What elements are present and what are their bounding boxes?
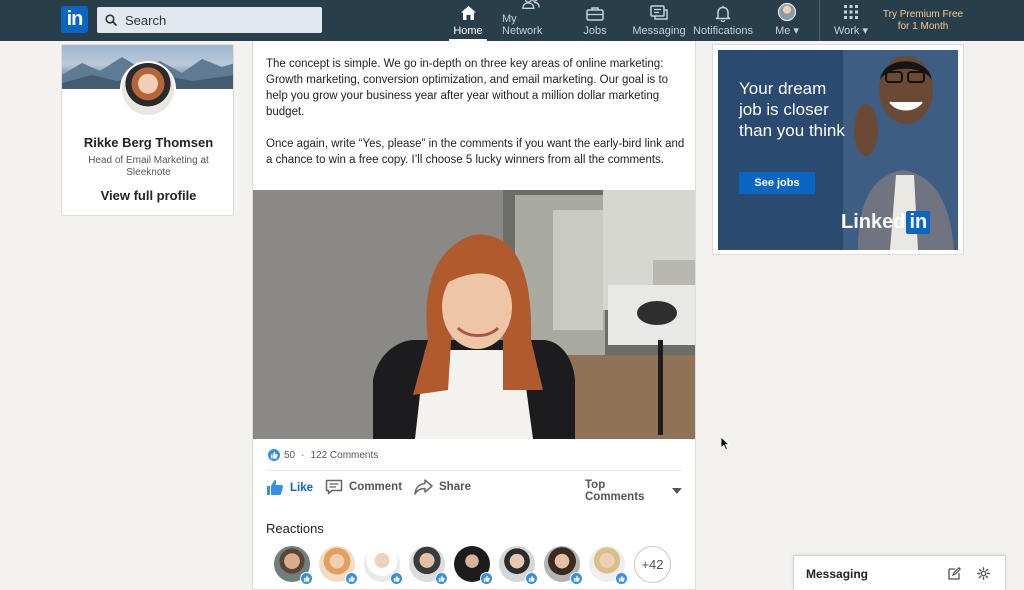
view-profile-link[interactable]: View full profile — [62, 188, 233, 203]
reactor-avatar[interactable] — [499, 546, 538, 585]
ad-logo-text: Linked — [841, 211, 906, 233]
nav-my-network[interactable]: My Network — [502, 0, 560, 41]
nav-me-label: Me ▾ — [775, 25, 799, 37]
nav-work[interactable]: Work ▾ — [830, 0, 872, 41]
chat-icon — [650, 4, 668, 22]
nav-jobs[interactable]: Jobs — [581, 0, 609, 41]
nav-work-label: Work ▾ — [833, 25, 869, 37]
ad-card: Your dream job is closer than you think … — [712, 44, 964, 255]
like-reaction-icon — [300, 572, 313, 585]
reactor-avatar[interactable] — [544, 546, 583, 585]
profile-headline: Head of Email Marketing at Sleeknote — [88, 155, 209, 178]
premium-line-2: for 1 Month — [897, 21, 949, 32]
comments-count[interactable]: 122 Comments — [310, 450, 378, 461]
chevron-down-icon: ▾ — [793, 25, 799, 37]
ad-banner[interactable]: Your dream job is closer than you think … — [718, 50, 958, 250]
reactor-avatar[interactable] — [589, 546, 628, 585]
reactor-avatar[interactable] — [319, 546, 358, 585]
feed-post: The concept is simple. We go in-depth on… — [252, 41, 696, 590]
reactor-avatar[interactable] — [364, 546, 403, 585]
comment-button[interactable]: Comment — [325, 479, 402, 495]
like-reaction-icon — [525, 572, 538, 585]
profile-card: Rikke Berg Thomsen Head of Email Marketi… — [61, 44, 234, 216]
reactor-avatar[interactable] — [274, 546, 313, 585]
messaging-label: Messaging — [806, 567, 869, 581]
like-reaction-icon — [570, 572, 583, 585]
post-paragraph-2: Once again, write “Yes, please” in the c… — [266, 138, 685, 166]
thumbs-up-icon — [267, 480, 283, 495]
post-paragraph-1: The concept is simple. We go in-depth on… — [266, 58, 669, 118]
gear-icon[interactable] — [977, 567, 990, 580]
search-icon — [105, 14, 117, 26]
share-icon — [414, 479, 433, 495]
messaging-bar[interactable]: Messaging — [793, 555, 1006, 590]
premium-line-1: Try Premium Free — [882, 9, 964, 20]
post-divider — [266, 470, 682, 471]
post-video[interactable] — [253, 190, 695, 439]
comment-button-label: Comment — [349, 481, 403, 493]
likes-count[interactable]: 50 — [284, 450, 295, 461]
bell-icon — [714, 4, 732, 22]
mouse-cursor-icon — [720, 436, 730, 450]
network-icon — [522, 0, 540, 10]
sort-comments-dropdown[interactable]: Top Comments — [585, 479, 682, 503]
profile-name[interactable]: Rikke Berg Thomsen — [62, 135, 233, 150]
post-counts: 50 · 122 Comments — [268, 449, 378, 461]
share-button[interactable]: Share — [414, 479, 471, 495]
like-reaction-icon — [480, 572, 493, 585]
reactor-avatar[interactable] — [454, 546, 493, 585]
more-reactors-button[interactable]: +42 — [634, 546, 671, 583]
nav-jobs-label: Jobs — [583, 25, 607, 37]
briefcase-icon — [586, 4, 604, 22]
reactors-list: +42 — [274, 546, 671, 585]
sort-label: Top Comments — [585, 479, 645, 503]
home-icon — [459, 4, 477, 22]
top-nav: in Home My Network Jobs Messaging Notifi… — [0, 0, 1024, 41]
caret-down-icon — [672, 488, 682, 494]
compose-icon[interactable] — [948, 567, 961, 580]
nav-home-label: Home — [453, 25, 483, 37]
ad-logo-in: in — [906, 211, 931, 234]
like-button[interactable]: Like — [266, 479, 313, 496]
share-button-label: Share — [439, 481, 471, 493]
nav-notifications-label: Notifications — [693, 25, 753, 37]
nav-divider — [819, 0, 820, 41]
nav-messaging-label: Messaging — [632, 25, 686, 37]
reactor-avatar[interactable] — [409, 546, 448, 585]
premium-link[interactable]: Try Premium Free for 1 Month — [879, 9, 967, 33]
nav-notifications[interactable]: Notifications — [693, 0, 753, 41]
nav-me[interactable]: Me ▾ — [772, 0, 802, 41]
like-reaction-icon — [615, 572, 628, 585]
profile-avatar[interactable] — [120, 61, 176, 117]
linkedin-ad-logo: Linked in — [841, 211, 931, 234]
search-box[interactable] — [97, 7, 322, 33]
nav-my-network-label: My Network — [502, 13, 543, 37]
see-jobs-button[interactable]: See jobs — [739, 172, 815, 194]
post-text: The concept is simple. We go in-depth on… — [266, 56, 686, 184]
like-button-label: Like — [290, 481, 314, 494]
nav-messaging[interactable]: Messaging — [632, 0, 686, 41]
search-input[interactable] — [125, 12, 315, 28]
chevron-down-icon: ▾ — [862, 25, 869, 37]
ad-headline: Your dream job is closer than you think — [739, 79, 845, 140]
comment-icon — [325, 479, 343, 495]
like-reaction-icon — [390, 572, 403, 585]
like-reaction-icon — [435, 572, 448, 585]
count-separator: · — [301, 449, 305, 461]
grid-icon — [842, 3, 860, 21]
linkedin-logo[interactable]: in — [61, 6, 88, 33]
like-reaction-icon — [345, 572, 358, 585]
post-actions: Like Comment Share Top Comments — [266, 479, 682, 503]
like-reaction-icon — [268, 449, 280, 461]
reactions-heading: Reactions — [266, 521, 324, 536]
nav-home[interactable]: Home — [449, 0, 487, 41]
avatar — [778, 3, 796, 21]
